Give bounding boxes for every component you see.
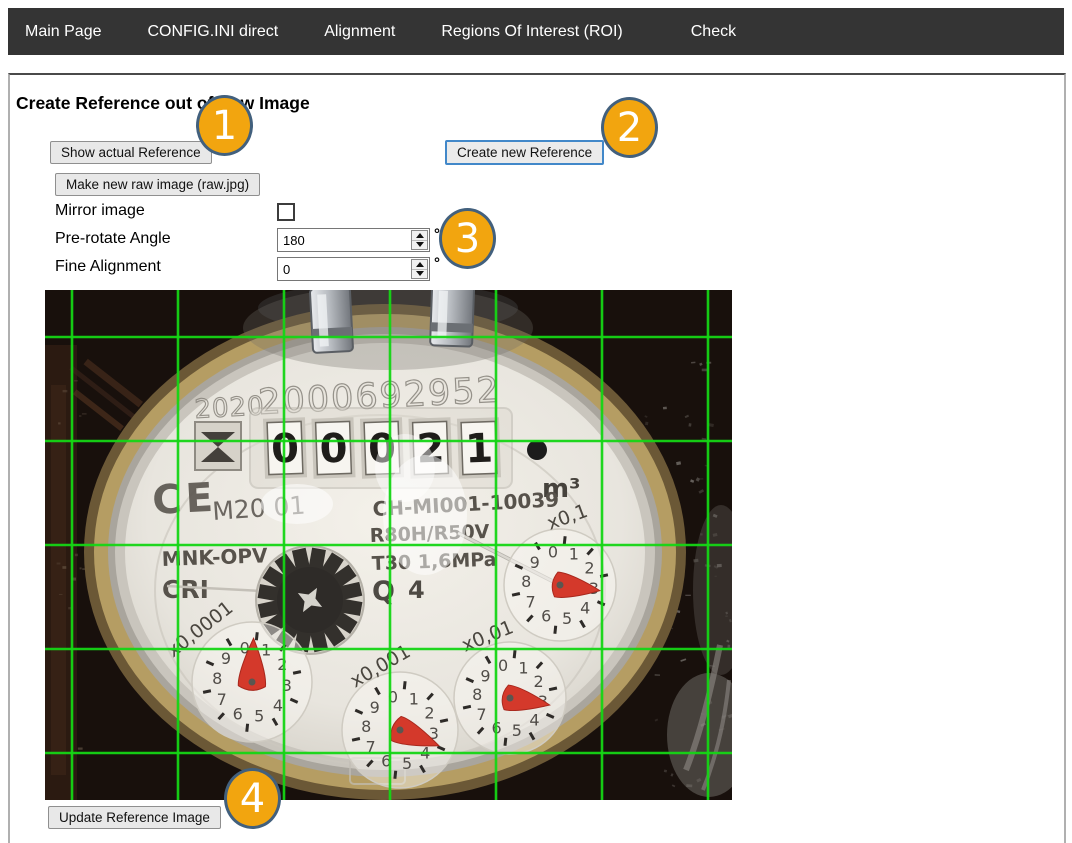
page: Main Page CONFIG.INI direct Alignment Re… <box>0 0 1072 843</box>
svg-text:5: 5 <box>562 609 572 628</box>
svg-text:7: 7 <box>476 705 486 724</box>
svg-text:9: 9 <box>221 649 231 668</box>
prerotate-spinner <box>411 230 428 250</box>
show-actual-reference-button[interactable]: Show actual Reference <box>50 141 212 164</box>
svg-text:6: 6 <box>541 607 551 626</box>
svg-text:0: 0 <box>498 656 508 675</box>
ce-mark: CE <box>151 475 218 524</box>
update-reference-image-button[interactable]: Update Reference Image <box>48 806 221 829</box>
fine-alignment-input[interactable] <box>277 257 430 281</box>
svg-text:2: 2 <box>277 655 287 674</box>
svg-text:5: 5 <box>512 721 522 740</box>
svg-text:1: 1 <box>569 544 579 563</box>
prerotate-angle-label: Pre-rotate Angle <box>55 230 171 248</box>
flow-q-value: 4 <box>408 576 425 604</box>
content-frame: Create Reference out of Raw Image Show a… <box>8 73 1066 843</box>
nav-config-ini-direct[interactable]: CONFIG.INI direct <box>148 23 279 41</box>
annotation-step-2: 2 <box>601 97 658 158</box>
nav-check[interactable]: Check <box>691 23 736 41</box>
fine-alignment-spin-up-icon[interactable] <box>412 260 427 270</box>
svg-text:9: 9 <box>480 666 490 685</box>
flow-q-label: Q <box>372 576 395 607</box>
svg-text:1: 1 <box>464 426 493 473</box>
top-navigation: Main Page CONFIG.INI direct Alignment Re… <box>8 8 1064 55</box>
svg-text:6: 6 <box>233 704 243 723</box>
svg-text:8: 8 <box>472 685 482 704</box>
svg-text:7: 7 <box>217 690 227 709</box>
prerotate-spin-up-icon[interactable] <box>412 231 427 241</box>
prerotate-angle-input[interactable] <box>277 228 430 252</box>
svg-text:5: 5 <box>254 707 264 726</box>
svg-text:2: 2 <box>424 704 434 723</box>
prerotate-angle-field <box>277 228 430 252</box>
annotation-step-4: 4 <box>224 768 281 829</box>
create-new-reference-button[interactable]: Create new Reference <box>445 140 604 165</box>
svg-text:8: 8 <box>212 669 222 688</box>
maker-logo-box <box>195 422 241 470</box>
reference-image-water-meter: 2020 2000692952 00021 m³ CE M20 01 CH-MI… <box>45 290 732 800</box>
make-raw-image-button[interactable]: Make new raw image (raw.jpg) <box>55 173 260 196</box>
mirror-image-checkbox[interactable] <box>277 203 295 221</box>
annotation-step-1: 1 <box>196 95 253 156</box>
svg-text:8: 8 <box>361 717 371 736</box>
svg-text:0: 0 <box>319 426 348 473</box>
mirror-image-label: Mirror image <box>55 202 145 220</box>
svg-text:4: 4 <box>580 598 590 617</box>
annotation-step-3: 3 <box>439 208 496 269</box>
nav-regions-of-interest[interactable]: Regions Of Interest (ROI) <box>441 23 622 41</box>
svg-text:1: 1 <box>518 658 528 677</box>
counter-dot <box>527 440 547 460</box>
svg-text:2: 2 <box>584 559 594 578</box>
prerotate-spin-down-icon[interactable] <box>412 241 427 250</box>
svg-text:1: 1 <box>409 689 419 708</box>
fine-alignment-field <box>277 257 430 281</box>
fine-alignment-spin-down-icon[interactable] <box>412 270 427 279</box>
nav-main-page[interactable]: Main Page <box>25 23 102 41</box>
svg-text:4: 4 <box>529 711 539 730</box>
nav-alignment[interactable]: Alignment <box>324 23 395 41</box>
svg-text:4: 4 <box>273 696 283 715</box>
mounting-clip-left <box>310 290 353 353</box>
page-title: Create Reference out of Raw Image <box>16 93 310 114</box>
svg-text:7: 7 <box>525 593 535 612</box>
fine-alignment-spinner <box>411 259 428 279</box>
fine-alignment-degree-unit: ° <box>434 255 440 272</box>
svg-text:5: 5 <box>402 754 412 773</box>
fine-alignment-label: Fine Alignment <box>55 258 161 276</box>
brand-line2-text: CRI <box>162 575 209 604</box>
svg-text:2: 2 <box>533 672 543 691</box>
svg-text:8: 8 <box>521 572 531 591</box>
svg-text:9: 9 <box>370 698 380 717</box>
svg-text:9: 9 <box>530 553 540 572</box>
